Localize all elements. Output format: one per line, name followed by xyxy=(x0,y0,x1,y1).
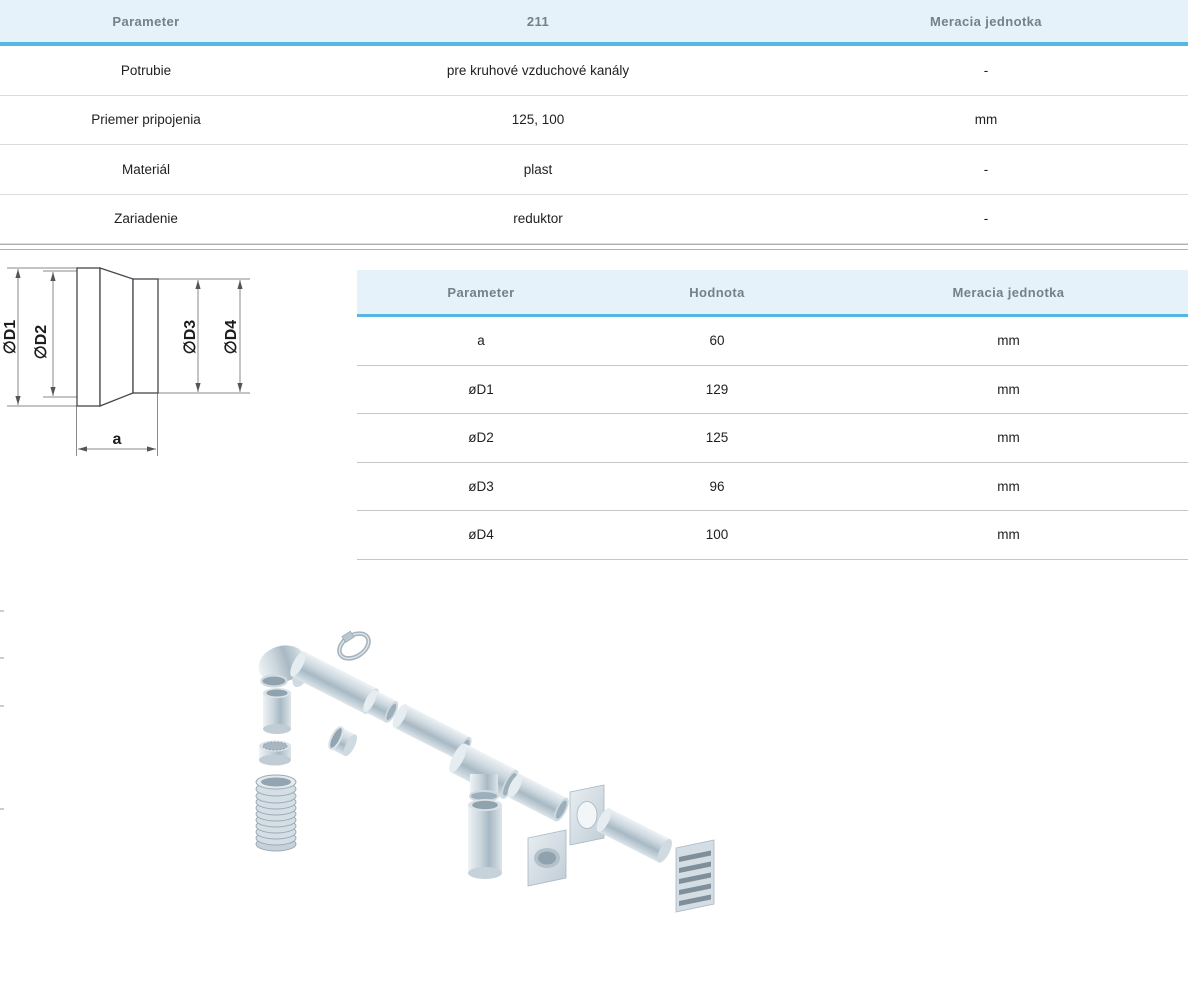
wall-plate xyxy=(569,784,605,846)
spec-table-header-row: Parameter 211 Meracia jednotka xyxy=(0,0,1188,46)
value-cell: reduktor xyxy=(513,211,563,227)
value-cell: 100 xyxy=(705,527,729,543)
diagram-label-a: a xyxy=(113,431,122,448)
spec-col-unit: Meracia jednotka xyxy=(930,13,1042,29)
diagram-label-d4: ∅D4 xyxy=(223,320,240,354)
spec-col-parameter: Parameter xyxy=(112,13,180,29)
flex-duct-connector xyxy=(259,740,291,766)
wall-plate-collar xyxy=(527,829,567,887)
unit-cell: mm xyxy=(997,381,1020,397)
left-edge-artifact xyxy=(0,657,4,659)
unit-cell: mm xyxy=(997,333,1020,349)
value-cell: 129 xyxy=(705,381,729,397)
unit-cell: - xyxy=(983,161,989,177)
unit-cell: mm xyxy=(997,430,1020,446)
value-cell: 125 xyxy=(705,430,729,446)
unit-cell: mm xyxy=(997,527,1020,543)
value-cell: 125, 100 xyxy=(511,112,565,128)
value-cell: 96 xyxy=(709,478,725,494)
duct-kit-illustration xyxy=(255,630,715,913)
dim-col-parameter: Parameter xyxy=(447,284,515,300)
table-row: øD1 129 mm xyxy=(357,365,1188,414)
duct-pipe xyxy=(596,808,672,863)
diagram-label-d1: ∅D1 xyxy=(2,320,19,354)
param-cell: Priemer pripojenia xyxy=(91,112,201,128)
hose-clamp xyxy=(337,630,371,661)
param-cell: Zariadenie xyxy=(114,211,178,227)
value-cell: plast xyxy=(523,161,553,177)
left-edge-artifact xyxy=(0,705,4,707)
reducer-body-outline xyxy=(76,267,159,407)
duct-pipe xyxy=(507,774,569,822)
param-cell: øD1 xyxy=(468,381,494,397)
param-cell: a xyxy=(477,333,485,349)
table-row: Zariadenie reduktor - xyxy=(0,194,1188,244)
spec-col-model: 211 xyxy=(526,13,550,29)
unit-cell: - xyxy=(983,62,989,78)
table-bottom-double-rule xyxy=(0,244,1188,250)
flexible-duct xyxy=(255,774,297,852)
diagram-label-d2: ∅D2 xyxy=(33,325,50,359)
dim-table-header-row: Parameter Hodnota Meracia jednotka xyxy=(357,270,1188,317)
dim-col-unit: Meracia jednotka xyxy=(952,284,1065,300)
param-cell: Materiál xyxy=(121,161,170,177)
vertical-duct-pipe xyxy=(468,799,502,879)
vent-grille xyxy=(675,839,715,913)
left-edge-artifact xyxy=(0,610,4,612)
table-row: øD3 96 mm xyxy=(357,462,1188,511)
table-row: Materiál plast - xyxy=(0,145,1188,195)
dimension-diagram: ∅D1 ∅D2 ∅D3 ∅D4 a xyxy=(2,267,250,456)
param-cell: øD3 xyxy=(468,478,494,494)
table-row: Potrubie pre kruhové vzduchové kanály - xyxy=(0,46,1188,96)
param-cell: Potrubie xyxy=(120,62,172,78)
dimensions-table: Parameter Hodnota Meracia jednotka a 60 … xyxy=(357,270,1188,560)
table-row: øD4 100 mm xyxy=(357,511,1188,560)
table-row: øD2 125 mm xyxy=(357,414,1188,463)
param-cell: øD2 xyxy=(468,430,494,446)
left-edge-artifact xyxy=(0,808,4,810)
table-row: a 60 mm xyxy=(357,317,1188,366)
value-cell: 60 xyxy=(709,333,725,349)
param-cell: øD4 xyxy=(468,527,494,543)
unit-cell: - xyxy=(983,211,989,227)
dim-col-value: Hodnota xyxy=(689,284,745,300)
table-row: Priemer pripojenia 125, 100 mm xyxy=(0,95,1188,145)
small-connector-ring xyxy=(328,726,358,757)
value-cell: pre kruhové vzduchové kanály xyxy=(446,62,630,78)
unit-cell: mm xyxy=(974,112,998,128)
diagram-label-d3: ∅D3 xyxy=(182,320,199,354)
unit-cell: mm xyxy=(997,478,1020,494)
short-pipe xyxy=(263,688,291,734)
product-spec-page: Parameter 211 Meracia jednotka Potrubie … xyxy=(0,0,1188,1008)
product-spec-table: Parameter 211 Meracia jednotka Potrubie … xyxy=(0,0,1188,250)
